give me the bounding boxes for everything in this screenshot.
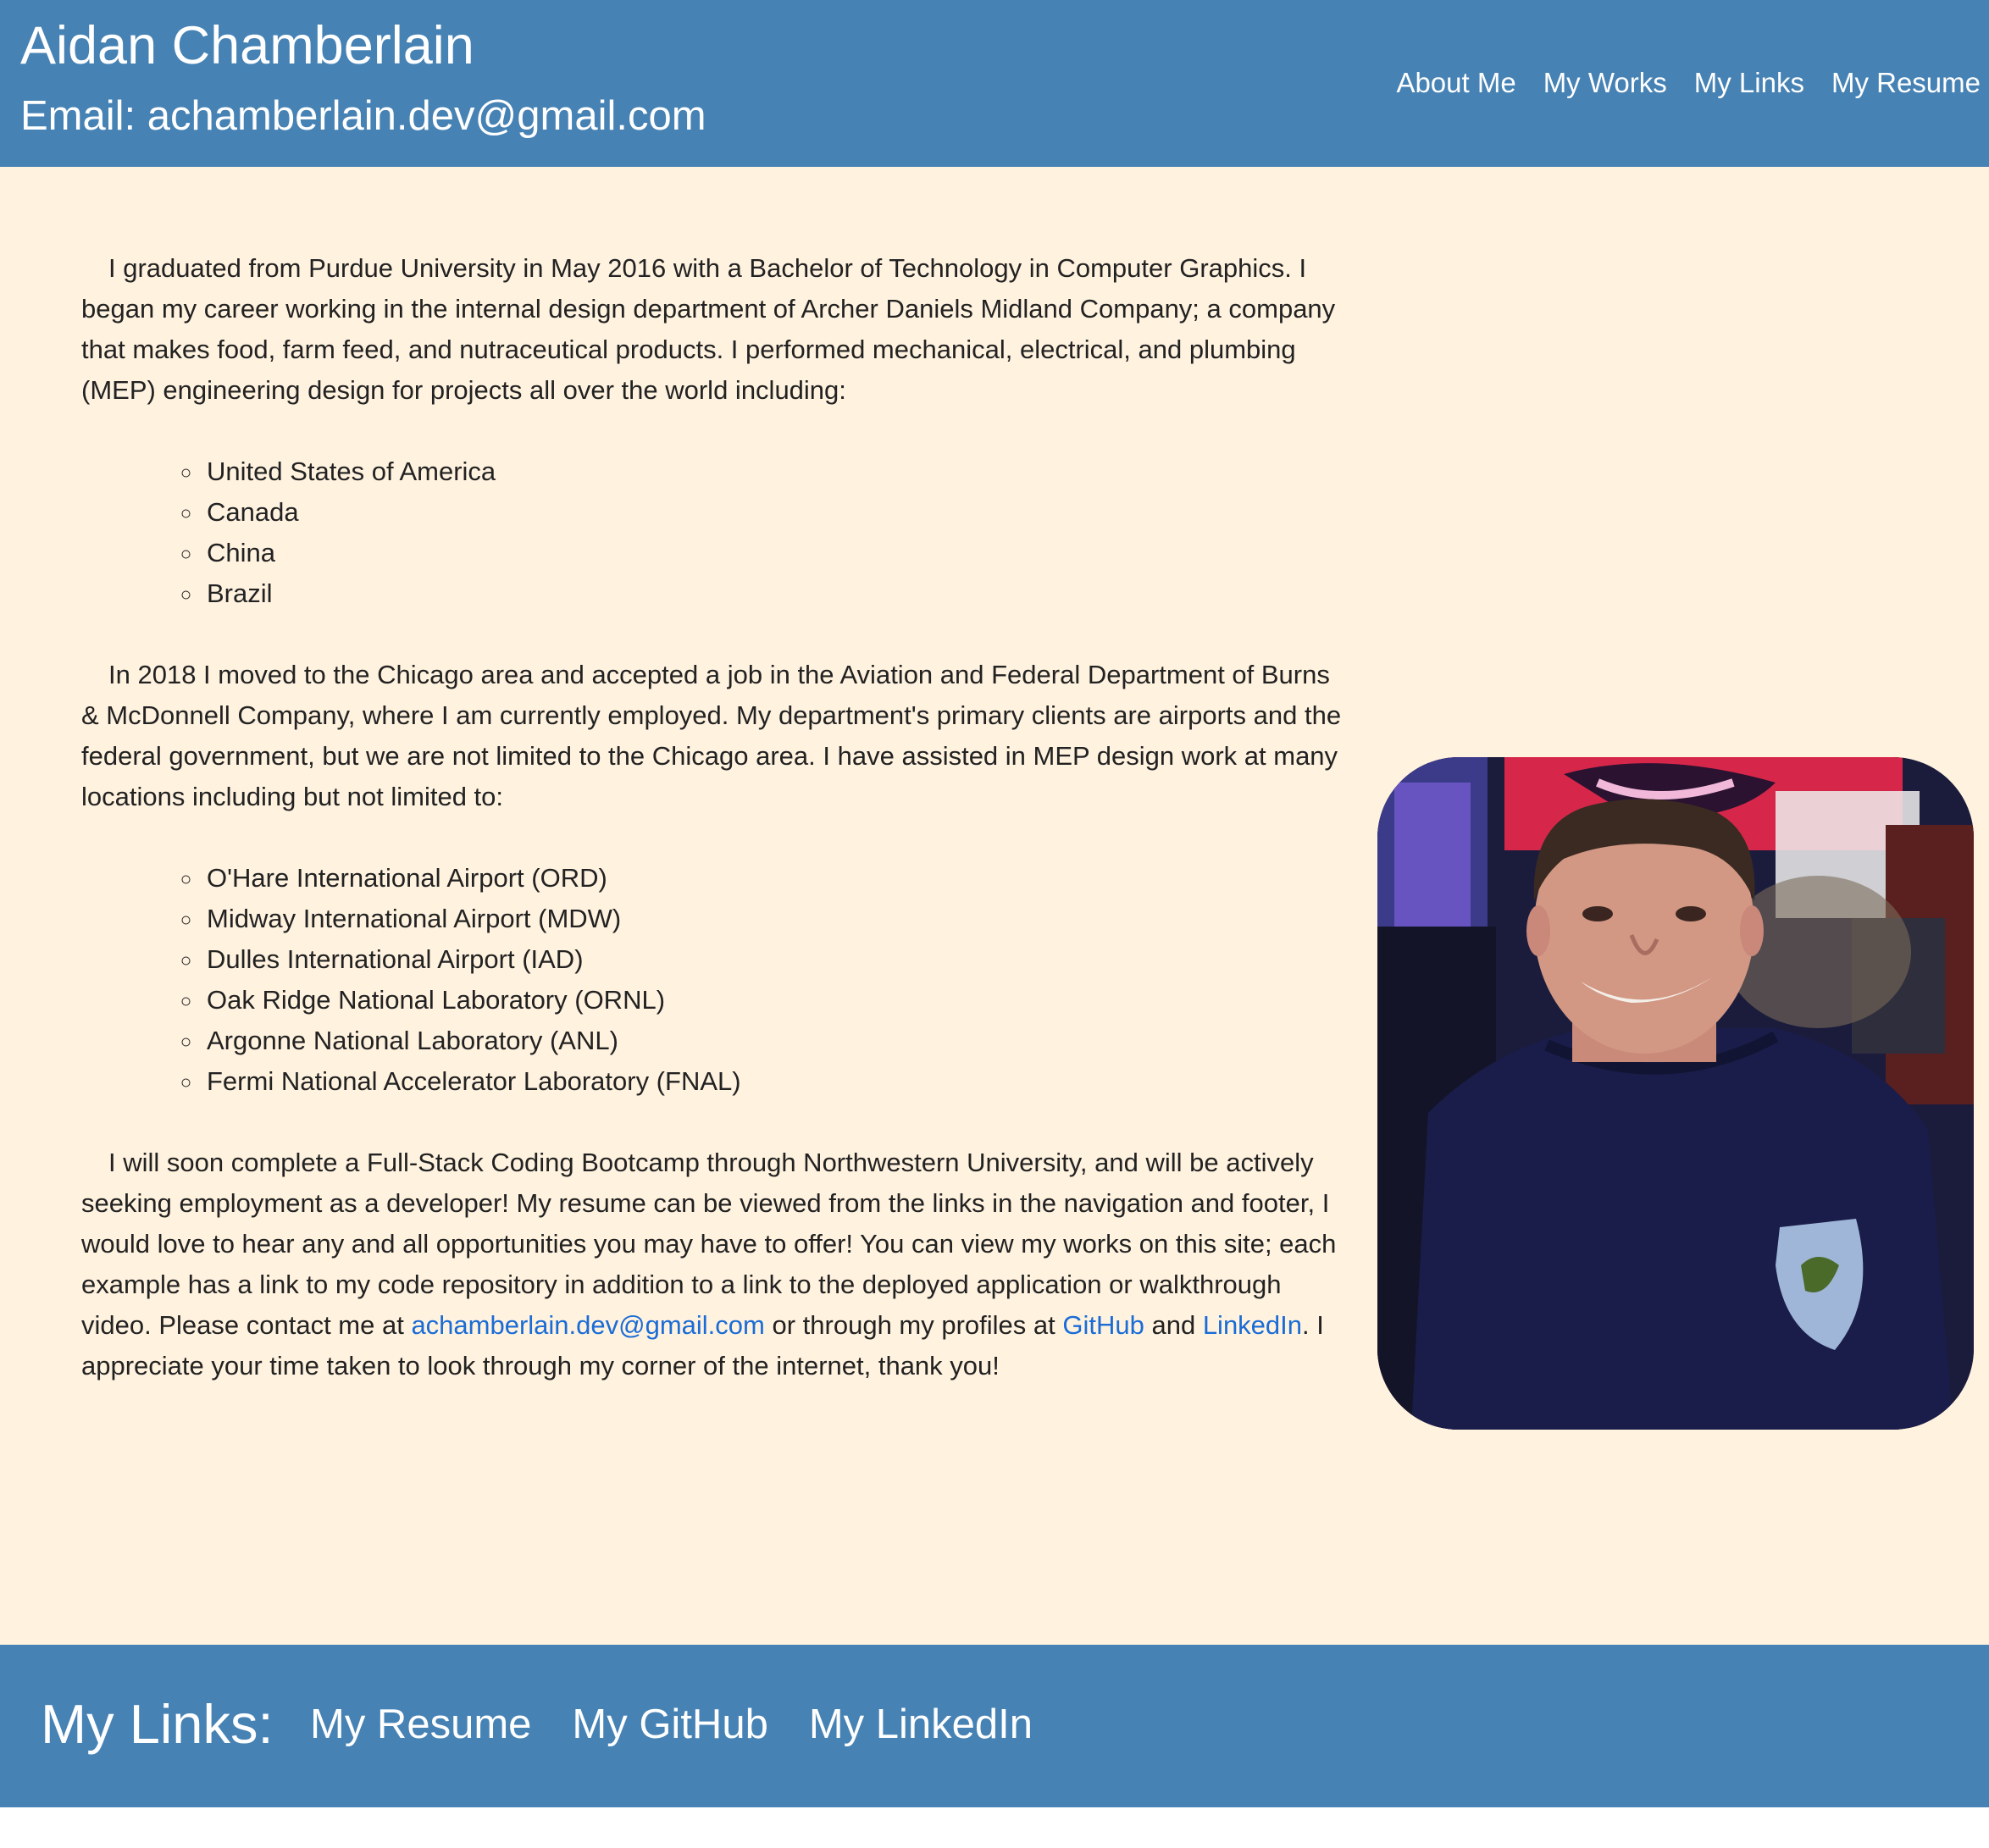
footer-title: My Links: xyxy=(41,1693,274,1755)
site-header: Aidan Chamberlain Email: achamberlain.de… xyxy=(0,0,1989,167)
profile-photo xyxy=(1377,757,1974,1430)
footer-link-github[interactable]: My GitHub xyxy=(572,1697,767,1751)
list-item: Oak Ridge National Laboratory (ORNL) xyxy=(203,980,1352,1021)
nav-my-resume[interactable]: My Resume xyxy=(1831,63,1981,103)
list-item: United States of America xyxy=(203,451,1352,492)
list-item: O'Hare International Airport (ORD) xyxy=(203,858,1352,899)
site-title: Aidan Chamberlain xyxy=(20,16,474,75)
linkedin-link[interactable]: LinkedIn xyxy=(1203,1310,1302,1340)
about-section: I graduated from Purdue University in Ma… xyxy=(0,167,1989,1645)
list-item: China xyxy=(203,533,1352,573)
about-paragraph-3: I will soon complete a Full-Stack Coding… xyxy=(81,1143,1352,1386)
nav-my-works[interactable]: My Works xyxy=(1543,63,1667,103)
country-list: United States of America Canada China Br… xyxy=(81,451,1352,614)
about-content: I graduated from Purdue University in Ma… xyxy=(81,248,1352,1386)
list-item: Argonne National Laboratory (ANL) xyxy=(203,1021,1352,1061)
list-item: Midway International Airport (MDW) xyxy=(203,899,1352,939)
main-nav: About Me My Works My Links My Resume xyxy=(1396,63,1981,103)
email-link[interactable]: achamberlain.dev@gmail.com xyxy=(411,1310,764,1340)
about-paragraph-1: I graduated from Purdue University in Ma… xyxy=(81,253,1336,405)
paragraph-text: and xyxy=(1144,1310,1203,1340)
nav-my-links[interactable]: My Links xyxy=(1694,63,1804,103)
about-paragraph-2: In 2018 I moved to the Chicago area and … xyxy=(81,660,1342,811)
paragraph-text: or through my profiles at xyxy=(764,1310,1063,1340)
footer-links: My Resume My GitHub My LinkedIn xyxy=(310,1697,1033,1751)
footer-link-resume[interactable]: My Resume xyxy=(310,1697,531,1751)
nav-about-me[interactable]: About Me xyxy=(1396,63,1515,103)
profile-photo-illustration xyxy=(1377,757,1974,1430)
list-item: Dulles International Airport (IAD) xyxy=(203,939,1352,980)
header-email: Email: achamberlain.dev@gmail.com xyxy=(20,93,706,139)
list-item: Fermi National Accelerator Laboratory (F… xyxy=(203,1061,1352,1102)
site-footer: My Links: My Resume My GitHub My LinkedI… xyxy=(0,1645,1989,1807)
location-list: O'Hare International Airport (ORD) Midwa… xyxy=(81,858,1352,1102)
github-link[interactable]: GitHub xyxy=(1062,1310,1144,1340)
list-item: Brazil xyxy=(203,573,1352,614)
list-item: Canada xyxy=(203,492,1352,533)
footer-link-linkedin[interactable]: My LinkedIn xyxy=(809,1697,1033,1751)
